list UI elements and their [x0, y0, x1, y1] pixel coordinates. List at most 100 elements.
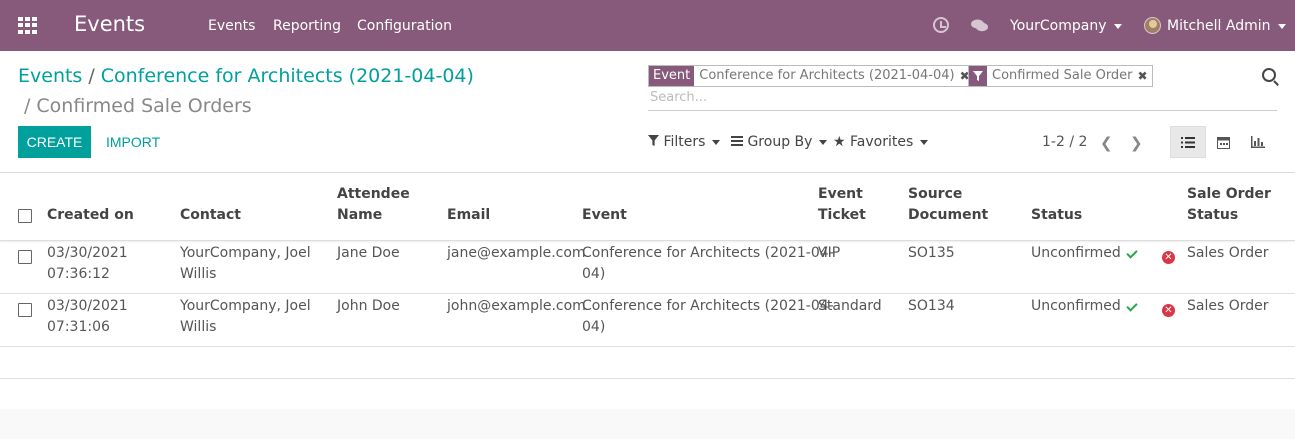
column-contact[interactable]: Contact: [180, 205, 241, 226]
cell-status: Unconfirmed: [1031, 298, 1121, 314]
search-bar: Event Conference for Architects (2021-04…: [648, 63, 1277, 111]
remove-facet-icon[interactable]: ✖: [1138, 66, 1152, 86]
column-created-on[interactable]: Created on: [47, 205, 134, 226]
menu-reporting[interactable]: Reporting: [273, 18, 341, 34]
activity-clock-icon[interactable]: [933, 17, 949, 33]
table-row[interactable]: 03/30/2021 07:31:06 YourCompany, Joel Wi…: [0, 294, 1295, 347]
breadcrumb: Events / Conference for Architects (2021-0…: [18, 65, 474, 87]
chevron-down-icon: [819, 139, 828, 145]
cell-event: Conference for Architects (2021-04- 04): [582, 243, 834, 285]
list-view-button[interactable]: [1170, 126, 1206, 158]
cancel-icon[interactable]: ✕: [1162, 251, 1175, 264]
column-email[interactable]: Email: [447, 205, 490, 226]
cell-line: 03/30/2021: [47, 298, 128, 314]
breadcrumb-separator: /: [24, 95, 31, 117]
column-sale-order-status[interactable]: Sale Order Status: [1187, 184, 1271, 226]
cell-event-ticket: Standard: [818, 298, 882, 314]
chevron-down-icon: [712, 139, 721, 145]
empty-row: [0, 347, 1295, 379]
cell-created-on: 03/30/2021 07:31:06: [47, 296, 128, 338]
table-footer-area: [0, 409, 1295, 439]
user-menu[interactable]: Mitchell Admin: [1167, 18, 1286, 34]
column-status[interactable]: Status: [1031, 205, 1082, 226]
confirm-check-icon[interactable]: [1126, 247, 1138, 259]
app-title: Events: [74, 12, 146, 36]
cell-sale-order-status: Sales Order: [1187, 245, 1269, 261]
cell-line: 07:36:12: [47, 266, 110, 282]
header-line: Document: [908, 207, 989, 223]
cell-line: Willis: [180, 266, 217, 282]
cell-email: jane@example.com: [447, 245, 586, 261]
breadcrumb-event-link[interactable]: Conference for Architects (2021-04-04): [101, 65, 474, 87]
page-title: Confirmed Sale Orders: [36, 95, 252, 117]
import-button[interactable]: IMPORT: [106, 126, 160, 158]
menu-events[interactable]: Events: [208, 18, 255, 34]
chat-icon[interactable]: [971, 19, 988, 32]
search-icon[interactable]: [1262, 68, 1276, 82]
chevron-down-icon: [1277, 23, 1286, 29]
cell-contact: YourCompany, Joel Willis: [180, 243, 311, 285]
empty-row: [0, 379, 1295, 411]
facet-value: Confirmed Sale Order: [992, 68, 1133, 83]
breadcrumb-events-link[interactable]: Events: [18, 65, 82, 87]
filter-icon: [969, 66, 987, 86]
cell-created-on: 03/30/2021 07:36:12: [47, 243, 128, 285]
list-view-icon: [1181, 136, 1195, 148]
breadcrumb-separator: /: [88, 65, 95, 87]
favorites-label: Favorites: [850, 134, 914, 150]
column-attendee-name[interactable]: Attendee Name: [337, 184, 410, 226]
calendar-icon: [1216, 136, 1230, 149]
column-event[interactable]: Event: [582, 205, 627, 226]
cell-line: YourCompany, Joel: [180, 298, 311, 314]
breadcrumb-current: / Confirmed Sale Orders: [24, 95, 252, 117]
cell-line: 07:31:06: [47, 319, 110, 335]
header-line: Name: [337, 207, 383, 223]
favorites-dropdown[interactable]: ★ Favorites: [833, 134, 929, 150]
list-icon: [731, 136, 743, 146]
search-input[interactable]: Search...: [650, 90, 707, 105]
cell-line: Conference for Architects (2021-04-: [582, 245, 834, 261]
row-checkbox[interactable]: [18, 250, 32, 264]
column-event-ticket[interactable]: Event Ticket: [818, 184, 866, 226]
create-button[interactable]: CREATE: [18, 126, 91, 158]
graph-view-button[interactable]: [1240, 126, 1276, 158]
user-name: Mitchell Admin: [1167, 18, 1271, 34]
company-switcher[interactable]: YourCompany: [1010, 18, 1122, 34]
star-icon: ★: [833, 134, 846, 150]
avatar[interactable]: [1144, 17, 1161, 34]
cell-attendee-name: John Doe: [337, 298, 400, 314]
registrations-table: Created on Contact Attendee Name Email E…: [0, 172, 1295, 411]
search-facet-filter: Confirmed Sale Order ✖: [968, 65, 1153, 87]
calendar-view-button[interactable]: [1205, 126, 1241, 158]
group-by-label: Group By: [747, 134, 813, 150]
header-line: Attendee: [337, 186, 410, 202]
cell-line: 04): [582, 266, 606, 282]
apps-menu-icon[interactable]: [18, 17, 37, 34]
menu-configuration[interactable]: Configuration: [357, 18, 452, 34]
pager-value[interactable]: 1-2 / 2: [1042, 134, 1087, 150]
top-navbar: Events Events Reporting Configuration Yo…: [0, 0, 1295, 51]
group-by-dropdown[interactable]: Group By: [731, 134, 828, 150]
table-header: Created on Contact Attendee Name Email E…: [0, 173, 1295, 241]
chevron-right-icon[interactable]: ❯: [1130, 134, 1143, 152]
cell-line: Conference for Architects (2021-04-: [582, 298, 834, 314]
confirm-check-icon[interactable]: [1126, 300, 1138, 312]
cancel-icon[interactable]: ✕: [1162, 304, 1175, 317]
row-checkbox[interactable]: [18, 303, 32, 317]
header-line: Ticket: [818, 207, 866, 223]
filters-dropdown[interactable]: Filters: [648, 134, 721, 150]
cell-line: YourCompany, Joel: [180, 245, 311, 261]
chevron-left-icon[interactable]: ❮: [1100, 134, 1113, 152]
cell-event: Conference for Architects (2021-04- 04): [582, 296, 834, 338]
cell-attendee-name: Jane Doe: [337, 245, 400, 261]
filter-icon: [648, 135, 659, 146]
column-source-document[interactable]: Source Document: [908, 184, 988, 226]
header-line: Sale Order: [1187, 186, 1271, 202]
cell-source-document: SO134: [908, 298, 955, 314]
cell-sale-order-status: Sales Order: [1187, 298, 1269, 314]
table-row[interactable]: 03/30/2021 07:36:12 YourCompany, Joel Wi…: [0, 241, 1295, 294]
filters-label: Filters: [663, 134, 706, 150]
cell-source-document: SO135: [908, 245, 955, 261]
select-all-checkbox[interactable]: [18, 209, 32, 223]
header-line: Event: [818, 186, 863, 202]
